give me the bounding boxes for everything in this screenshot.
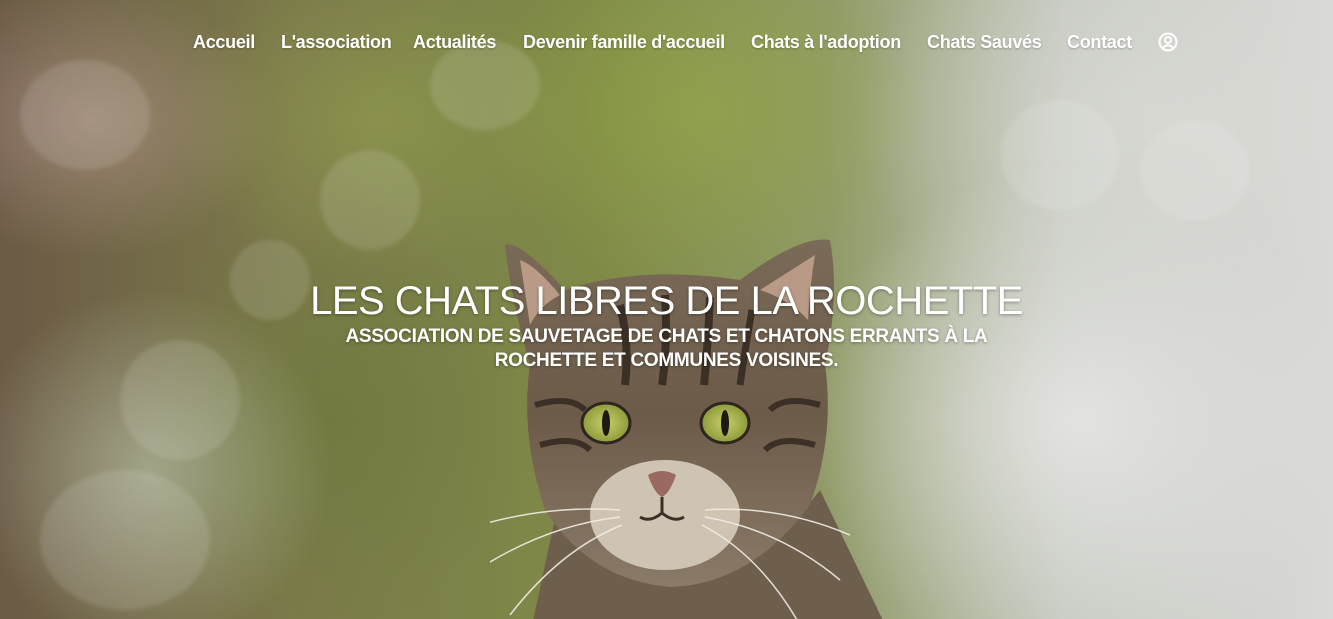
nav-item-famille-accueil[interactable]: Devenir famille d'accueil <box>523 29 725 55</box>
page-subtitle: ASSOCIATION DE SAUVETAGE DE CHATS ET CHA… <box>345 326 988 371</box>
background-bokeh <box>320 150 420 250</box>
background-bokeh <box>230 240 310 320</box>
background-bokeh <box>20 60 150 170</box>
nav-item-chats-adoption[interactable]: Chats à l'adoption <box>751 29 901 55</box>
background-bokeh <box>1140 120 1250 220</box>
nav-item-chats-sauves[interactable]: Chats Sauvés <box>927 29 1042 55</box>
background-bokeh <box>120 340 240 460</box>
nav-item-association[interactable]: L'association <box>281 29 392 55</box>
main-nav: Accueil L'association Actualités Devenir… <box>0 29 1333 55</box>
hero-section: Accueil L'association Actualités Devenir… <box>0 0 1333 619</box>
user-circle-icon[interactable] <box>1157 31 1179 53</box>
nav-item-actualites[interactable]: Actualités <box>413 29 496 55</box>
hero-title-block: LES CHATS LIBRES DE LA ROCHETTE ASSOCIAT… <box>300 277 1033 373</box>
page-title: LES CHATS LIBRES DE LA ROCHETTE <box>310 279 1023 323</box>
background-bokeh <box>1000 100 1120 210</box>
nav-item-accueil[interactable]: Accueil <box>193 29 255 55</box>
background-bokeh <box>40 470 210 610</box>
nav-item-contact[interactable]: Contact <box>1067 29 1132 55</box>
